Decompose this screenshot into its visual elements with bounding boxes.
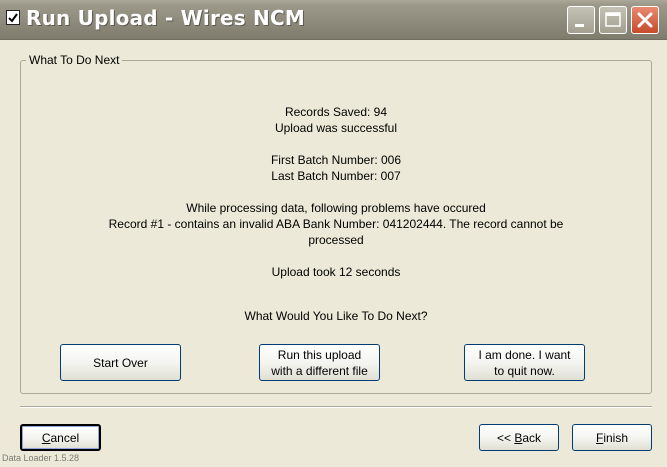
finish-label: Finish [595, 430, 629, 445]
start-over-button[interactable]: Start Over [60, 344, 181, 381]
checkbox-app-icon[interactable] [6, 10, 20, 25]
close-icon [637, 12, 653, 28]
run-different-file-label-line2: with a different file [271, 363, 368, 378]
window-title: Run Upload - Wires NCM [26, 6, 305, 30]
cancel-button[interactable]: Cancel [20, 424, 101, 451]
version-label: Data Loader 1.5.28 [2, 453, 80, 463]
footer-separator-highlight [20, 407, 652, 408]
quit-now-button[interactable]: I am done. I want to quit now. [464, 344, 585, 381]
records-saved-text: Records Saved: 94 [284, 105, 388, 119]
maximize-icon [605, 12, 621, 27]
duration-text: Upload took 12 seconds [271, 265, 401, 279]
start-over-label: Start Over [93, 355, 148, 370]
minimize-icon [575, 24, 584, 27]
back-label: << Back [496, 430, 542, 445]
next-step-question: What Would You Like To Do Next? [244, 309, 428, 323]
problem-detail-continued-text: processed [308, 233, 364, 247]
problem-detail-text: Record #1 - contains an invalid ABA Bank… [108, 217, 564, 231]
quit-now-label-line2: to quit now. [494, 363, 555, 378]
problems-intro-text: While processing data, following problem… [186, 201, 486, 215]
run-different-file-button[interactable]: Run this upload with a different file [259, 344, 380, 381]
back-button[interactable]: << Back [479, 424, 559, 451]
title-bar[interactable]: Run Upload - Wires NCM [0, 0, 667, 40]
minimize-button[interactable] [567, 6, 595, 34]
finish-button[interactable]: Finish [572, 424, 652, 451]
upload-status-text: Upload was successful [274, 121, 398, 135]
group-label: What To Do Next [26, 53, 123, 67]
first-batch-text: First Batch Number: 006 [270, 153, 402, 167]
cancel-label: Cancel [41, 430, 80, 445]
maximize-button[interactable] [599, 6, 627, 34]
quit-now-label-line1: I am done. I want [478, 347, 571, 362]
run-different-file-label-line1: Run this upload [277, 347, 362, 362]
close-button[interactable] [631, 6, 659, 34]
last-batch-text: Last Batch Number: 007 [271, 169, 401, 183]
